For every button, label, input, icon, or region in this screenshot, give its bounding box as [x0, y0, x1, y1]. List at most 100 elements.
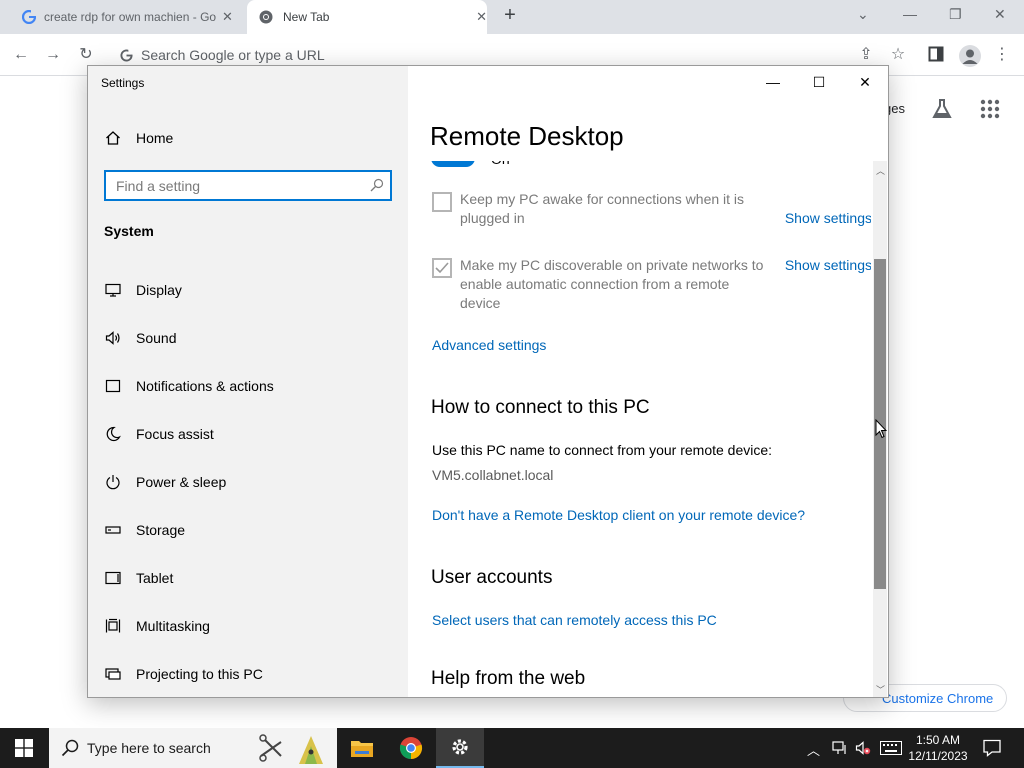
action-center-icon[interactable]: [983, 739, 1001, 757]
bookmark-star-icon[interactable]: ☆: [889, 46, 907, 64]
apps-grid-icon[interactable]: [980, 99, 1000, 119]
show-settings-link[interactable]: Show settings: [785, 256, 871, 275]
taskbar: Type here to search ︿ 1:50 AM 12/11/2023: [0, 728, 1024, 768]
option-discoverable: Make my PC discoverable on private netwo…: [432, 256, 871, 316]
settings-sidebar: Settings Home Find a setting System Disp…: [88, 66, 408, 697]
page-title: Remote Desktop: [430, 121, 624, 151]
tab-new-tab[interactable]: New Tab ✕: [247, 0, 487, 34]
sidebar-item-label: Display: [136, 282, 182, 298]
remote-client-link[interactable]: Don't have a Remote Desktop client on yo…: [432, 507, 805, 523]
profile-avatar-icon[interactable]: [959, 45, 981, 67]
browser-tab-strip: create rdp for own machien - Go ✕ New Ta…: [0, 0, 1024, 34]
advanced-settings-link[interactable]: Advanced settings: [432, 337, 546, 353]
sidebar-item-label: Multitasking: [136, 618, 210, 634]
option-label: Make my PC discoverable on private netwo…: [460, 257, 764, 311]
chrome-taskbar-icon[interactable]: [387, 728, 435, 768]
select-users-link[interactable]: Select users that can remotely access th…: [432, 612, 717, 628]
speaker-icon: [104, 329, 122, 347]
omnibox-placeholder: Search Google or type a URL: [141, 47, 325, 63]
sidebar-item-display[interactable]: Display: [104, 272, 394, 308]
windows-start-icon[interactable]: [15, 739, 33, 757]
taskbar-clock[interactable]: 1:50 AM 12/11/2023: [905, 732, 971, 764]
settings-taskbar-icon[interactable]: [436, 728, 484, 768]
maximize-icon[interactable]: ☐: [796, 74, 842, 96]
sidebar-item-notifications[interactable]: Notifications & actions: [104, 368, 394, 404]
sidebar-item-power-sleep[interactable]: Power & sleep: [104, 464, 394, 500]
settings-content-pane: — ☐ ✕ Remote Desktop On Keep my PC awake…: [409, 66, 888, 697]
keyboard-icon[interactable]: [880, 741, 902, 755]
sidebar-item-label: Tablet: [136, 570, 174, 586]
tab-title: New Tab: [283, 10, 330, 24]
close-icon[interactable]: ✕: [842, 74, 888, 96]
user-accounts-heading: User accounts: [431, 567, 553, 588]
show-hidden-icons-chevron-icon[interactable]: ︿: [807, 740, 820, 759]
scroll-up-arrow-icon[interactable]: ︿: [876, 164, 885, 177]
sidebar-item-label: Power & sleep: [136, 474, 227, 490]
sidebar-item-label: Storage: [136, 522, 186, 538]
multitasking-icon: [104, 617, 122, 635]
sidebar-section-heading: System: [104, 223, 154, 239]
share-icon[interactable]: ⇪: [857, 46, 875, 64]
scroll-down-arrow-icon[interactable]: ﹀: [876, 683, 885, 696]
google-g-icon: [22, 10, 36, 24]
reload-icon[interactable]: ↻: [77, 46, 95, 64]
close-tab-icon[interactable]: ✕: [476, 9, 487, 25]
clock-time: 1:50 AM: [915, 733, 961, 747]
chrome-icon: [259, 10, 273, 24]
remote-desktop-toggle[interactable]: [431, 161, 475, 167]
sidebar-item-multitasking[interactable]: Multitasking: [104, 608, 394, 644]
close-icon[interactable]: ✕: [994, 6, 1006, 23]
sidebar-item-sound[interactable]: Sound: [104, 320, 394, 356]
sidebar-item-label: Notifications & actions: [136, 378, 274, 394]
minimize-icon[interactable]: —: [750, 74, 796, 96]
show-settings-link[interactable]: Show settings: [785, 209, 871, 228]
side-panel-icon[interactable]: [928, 46, 946, 64]
close-tab-icon[interactable]: ✕: [222, 9, 233, 25]
sidebar-item-label: Focus assist: [136, 426, 214, 442]
find-setting-input[interactable]: Find a setting: [104, 170, 392, 201]
projecting-icon: [104, 665, 122, 683]
minimize-icon[interactable]: —: [903, 6, 917, 22]
chrome-menu-icon[interactable]: ⋮: [993, 46, 1011, 64]
search-icon: [61, 739, 79, 757]
mouse-cursor-icon: [875, 419, 887, 439]
search-highlight-illustration-icon: [259, 732, 331, 766]
back-arrow-icon[interactable]: ←: [12, 46, 30, 64]
volume-muted-icon[interactable]: [855, 740, 871, 756]
file-explorer-icon[interactable]: [338, 728, 386, 768]
tab-title: create rdp for own machien - Go: [44, 10, 216, 24]
keep-awake-checkbox[interactable]: [432, 192, 452, 212]
settings-window: Settings Home Find a setting System Disp…: [87, 65, 889, 698]
taskbar-search-placeholder: Type here to search: [87, 740, 211, 756]
customize-chrome-label: Customize Chrome: [882, 690, 994, 706]
sidebar-item-focus-assist[interactable]: Focus assist: [104, 416, 394, 452]
pc-name: VM5.collabnet.local: [432, 467, 554, 483]
storage-icon: [104, 521, 122, 539]
sidebar-item-projecting[interactable]: Projecting to this PC: [104, 656, 394, 692]
tablet-icon: [104, 569, 122, 587]
checkmark-icon: [435, 262, 449, 274]
search-icon: [370, 178, 384, 192]
connect-instruction: Use this PC name to connect from your re…: [432, 442, 773, 458]
sidebar-item-tablet[interactable]: Tablet: [104, 560, 394, 596]
nav-home[interactable]: Home: [104, 120, 394, 156]
sidebar-item-label: Projecting to this PC: [136, 666, 263, 682]
sidebar-item-label: Sound: [136, 330, 177, 346]
labs-flask-icon[interactable]: [931, 98, 953, 120]
option-label: Keep my PC awake for connections when it…: [460, 191, 745, 226]
restore-icon[interactable]: ❐: [949, 6, 962, 23]
content-scroll-area: On Keep my PC awake for connections when…: [409, 161, 871, 697]
taskbar-search-box[interactable]: Type here to search: [49, 728, 337, 768]
tab-search-icon[interactable]: ⌄: [857, 6, 869, 23]
help-web-heading: Help from the web: [431, 668, 586, 689]
new-tab-button[interactable]: +: [500, 5, 520, 26]
option-keep-awake: Keep my PC awake for connections when it…: [432, 190, 871, 230]
network-icon[interactable]: [832, 740, 848, 756]
window-title: Settings: [101, 76, 145, 90]
sidebar-item-storage[interactable]: Storage: [104, 512, 394, 548]
toggle-state-label: On: [491, 161, 510, 167]
discoverable-checkbox[interactable]: [432, 258, 452, 278]
forward-arrow-icon[interactable]: →: [44, 46, 62, 64]
tab-search-results[interactable]: create rdp for own machien - Go ✕: [8, 0, 246, 34]
power-icon: [104, 473, 122, 491]
